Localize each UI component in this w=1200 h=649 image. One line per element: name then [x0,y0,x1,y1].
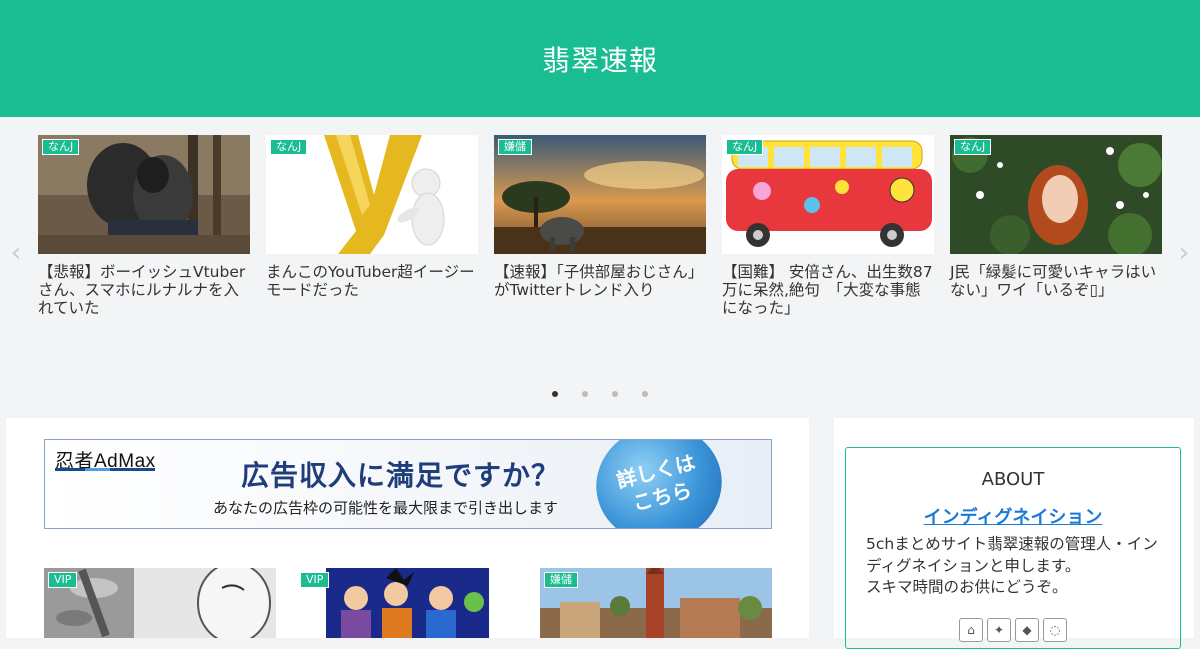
card-title[interactable]: まんこのYouTuber超イージーモードだった [266,263,478,299]
post-card[interactable]: VIP [44,568,276,638]
card-thumbnail[interactable]: なんJ [722,135,934,254]
carousel-card[interactable]: なんJ 【国難】 安倍さん、出生数87万に呆然,絶句 「大変な事態になった」 [722,135,934,317]
card-title[interactable]: 【悲報】ボーイッシュVtuberさん、スマホにルナルナを入れていた [38,263,250,317]
ad-subtext: あなたの広告枠の可能性を最大限まで引き出します [213,499,559,517]
about-title: ABOUT [981,469,1045,490]
category-badge[interactable]: なんJ [726,139,764,155]
feedly-icon[interactable]: ◆ [1015,618,1039,642]
card-thumbnail[interactable]: なんJ [950,135,1162,254]
category-badge[interactable]: なんJ [270,139,308,155]
category-badge[interactable]: 嫌儲 [544,572,578,588]
main-content: 忍者AdMax 広告収入に満足ですか？ あなたの広告枠の可能性を最大限まで引き出… [6,418,809,638]
carousel-card[interactable]: なんJ まんこのYouTuber超イージーモードだった [266,135,478,299]
carousel-next-arrow-icon[interactable]: › [1174,240,1194,266]
about-author-link[interactable]: インディグネイション [846,503,1180,529]
post-card[interactable]: VIP [296,568,489,638]
about-widget: ABOUT インディグネイション 5chまとめサイト翡翠速報の管理人・インディグ… [845,447,1181,649]
carousel-dot[interactable] [642,391,648,397]
ad-headline: 広告収入に満足ですか？ [241,459,561,492]
about-text: 5chまとめサイト翡翠速報の管理人・インディグネイションと申します。 スキマ時間… [866,535,1158,596]
category-badge[interactable]: VIP [300,572,330,588]
admax-banner[interactable]: 忍者AdMax 広告収入に満足ですか？ あなたの広告枠の可能性を最大限まで引き出… [44,439,772,529]
card-thumbnail[interactable]: 嫌儲 [494,135,706,254]
card-title[interactable]: 【国難】 安倍さん、出生数87万に呆然,絶句 「大変な事態になった」 [722,263,934,317]
ad-details-button[interactable]: 詳しくは こちら [583,440,735,528]
category-badge[interactable]: 嫌儲 [498,139,532,155]
card-title[interactable]: 【速報】「子供部屋おじさん」がTwitterトレンド入り [494,263,706,299]
home-icon[interactable]: ⌂ [959,618,983,642]
card-title[interactable]: J民「緑髪に可愛いキャラはいない」ワイ「いるぞ▯」 [950,263,1162,299]
carousel-card[interactable]: なんJ J民「緑髪に可愛いキャラはいない」ワイ「いるぞ▯」 [950,135,1162,299]
carousel-dot[interactable] [612,391,618,397]
twitter-icon[interactable]: ✦ [987,618,1011,642]
carousel-dot[interactable] [552,391,558,397]
carousel-dots [0,391,1200,401]
carousel: ‹ › なんJ 【悲報】ボーイッシュVtuberさん、スマホにルナルナを入れてい… [0,117,1200,417]
card-thumbnail[interactable]: なんJ [266,135,478,254]
post-card[interactable]: 嫌儲 [540,568,772,638]
card-thumbnail[interactable]: なんJ [38,135,250,254]
category-badge[interactable]: なんJ [954,139,992,155]
carousel-dot[interactable] [582,391,588,397]
carousel-prev-arrow-icon[interactable]: ‹ [6,240,26,266]
sidebar: ABOUT インディグネイション 5chまとめサイト翡翠速報の管理人・インディグ… [834,418,1194,649]
rss-icon[interactable]: ◌ [1043,618,1067,642]
ad-logo-underline [55,468,155,471]
carousel-card[interactable]: なんJ 【悲報】ボーイッシュVtuberさん、スマホにルナルナを入れていた [38,135,250,317]
site-header: 翡翠速報 [0,0,1200,117]
site-title[interactable]: 翡翠速報 [542,39,658,79]
carousel-card[interactable]: 嫌儲 【速報】「子供部屋おじさん」がTwitterトレンド入り [494,135,706,299]
category-badge[interactable]: なんJ [42,139,80,155]
category-badge[interactable]: VIP [48,572,78,588]
